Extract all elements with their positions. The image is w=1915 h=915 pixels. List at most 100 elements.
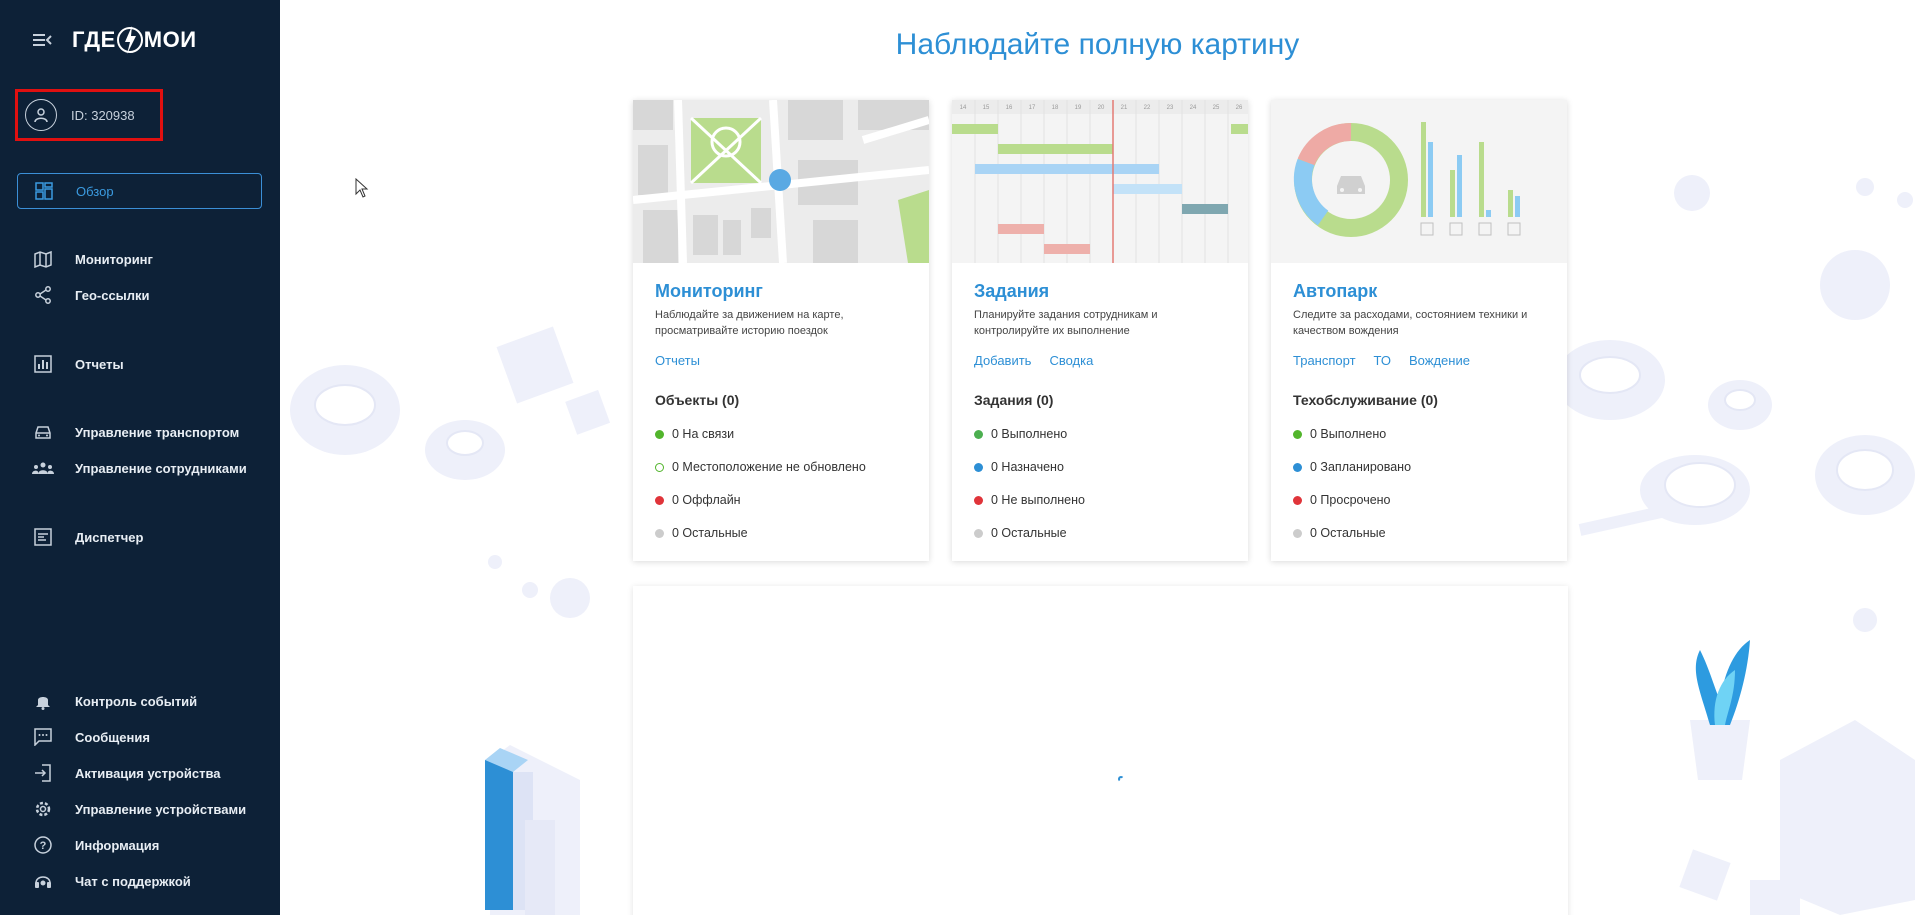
maintenance-link[interactable]: ТО xyxy=(1374,353,1391,368)
dispatcher-icon xyxy=(32,526,54,548)
message-icon xyxy=(32,726,54,748)
sidebar-item-overview[interactable]: Обзор xyxy=(17,173,262,209)
sidebar-item-label: Информация xyxy=(75,837,160,853)
sidebar-item-label: Диспетчер xyxy=(75,529,144,545)
tasks-card: 14 15 16 17 18 19 20 21 22 23 24 25 26 З… xyxy=(952,100,1248,561)
stat-assigned[interactable]: 0 Назначено xyxy=(974,460,1064,474)
gantt-day-label: 21 xyxy=(1121,105,1128,111)
status-dot-icon xyxy=(974,429,983,439)
bell-icon xyxy=(32,690,54,712)
menu-collapse-icon[interactable] xyxy=(32,30,52,50)
gantt-day-label: 18 xyxy=(1052,105,1059,111)
card-title[interactable]: Задания xyxy=(974,281,1049,302)
add-link[interactable]: Добавить xyxy=(974,353,1031,368)
stat-overdue[interactable]: 0 Просрочено xyxy=(1293,493,1391,507)
map-illustration xyxy=(632,99,931,264)
sidebar: ГДЕ МОИ ID: 320938 Обзор Мониторинг Гео-… xyxy=(0,0,280,915)
status-dot-icon xyxy=(655,429,664,439)
loading-spinner-icon xyxy=(1118,776,1124,782)
stat-offline[interactable]: 0 Оффлайн xyxy=(655,493,741,507)
login-icon xyxy=(32,762,54,784)
stat-label: 0 Выполнено xyxy=(991,427,1068,441)
stat-label: 0 На связи xyxy=(672,427,735,441)
svg-text:?: ? xyxy=(40,840,47,852)
stat-location-not-updated[interactable]: 0 Местоположение не обновлено xyxy=(655,460,866,474)
card-description: Наблюдайте за движением на карте, просма… xyxy=(655,309,844,337)
app-logo[interactable]: ГДЕ МОИ xyxy=(72,22,197,58)
stat-other[interactable]: 0 Остальные xyxy=(974,526,1067,540)
card-title[interactable]: Мониторинг xyxy=(655,281,763,302)
sidebar-item-label: Контроль событий xyxy=(75,693,198,709)
stat-planned[interactable]: 0 Запланировано xyxy=(1293,460,1411,474)
card-title[interactable]: Автопарк xyxy=(1293,281,1377,302)
driving-link[interactable]: Вождение xyxy=(1409,353,1470,368)
stat-label: 0 Оффлайн xyxy=(672,493,741,507)
status-dot-icon xyxy=(1293,462,1302,472)
gantt-day-label: 19 xyxy=(1075,105,1082,111)
stat-label: 0 Остальные xyxy=(1310,526,1386,540)
sidebar-item-messages[interactable]: Сообщения xyxy=(17,719,262,755)
stat-label: 0 Запланировано xyxy=(1310,460,1412,474)
card-links: Транспорт ТО Вождение xyxy=(1293,353,1470,368)
main-content: Наблюдайте полную картину Мониторинг Наб… xyxy=(280,0,1915,915)
sidebar-item-monitoring[interactable]: Мониторинг xyxy=(17,241,262,277)
stat-other[interactable]: 0 Остальные xyxy=(655,526,748,540)
stat-done[interactable]: 0 Выполнено xyxy=(974,427,1067,441)
summary-link[interactable]: Сводка xyxy=(1049,353,1093,368)
sidebar-item-label: Мониторинг xyxy=(75,251,153,267)
stat-label: 0 Назначено xyxy=(991,460,1064,474)
status-dot-icon xyxy=(1293,528,1302,538)
gantt-day-label: 24 xyxy=(1190,105,1197,111)
user-avatar-icon xyxy=(25,99,57,131)
map-icon xyxy=(32,248,54,270)
card-section-title: Техобслуживание (0) xyxy=(1293,392,1438,408)
card-section-title: Объекты (0) xyxy=(655,392,740,408)
card-description: Планируйте задания сотрудникам и контрол… xyxy=(974,309,1158,337)
page-headline: Наблюдайте полную картину xyxy=(895,28,1300,61)
status-dot-icon xyxy=(974,462,983,472)
gantt-day-label: 15 xyxy=(983,105,990,111)
stat-online[interactable]: 0 На связи xyxy=(655,427,734,441)
sidebar-item-transport[interactable]: Управление транспортом xyxy=(17,414,262,450)
status-dot-icon xyxy=(974,528,983,538)
gear-icon xyxy=(32,798,54,820)
reports-link[interactable]: Отчеты xyxy=(655,353,700,368)
sidebar-item-label: Управление сотрудниками xyxy=(75,460,247,476)
sidebar-item-event-control[interactable]: Контроль событий xyxy=(17,683,262,719)
status-dot-icon xyxy=(655,528,664,538)
fleet-card: Автопарк Следите за расходами, состояние… xyxy=(1271,100,1567,561)
sidebar-item-label: Гео-ссылки xyxy=(75,287,150,303)
sidebar-header: ГДЕ МОИ xyxy=(0,0,280,80)
card-links: Добавить Сводка xyxy=(974,353,1093,368)
stat-done[interactable]: 0 Выполнено xyxy=(1293,427,1386,441)
fleet-illustration xyxy=(1271,100,1567,263)
sidebar-item-geo-links[interactable]: Гео-ссылки xyxy=(17,277,262,313)
sidebar-item-dispatcher[interactable]: Диспетчер xyxy=(17,519,262,555)
transport-link[interactable]: Транспорт xyxy=(1293,353,1356,368)
card-description: Следите за расходами, состоянием техники… xyxy=(1293,309,1528,337)
sidebar-item-information[interactable]: ? Информация xyxy=(17,827,262,863)
card-links: Отчеты xyxy=(655,353,700,368)
sidebar-item-label: Отчеты xyxy=(75,356,124,372)
status-dot-icon xyxy=(655,462,664,472)
sidebar-item-label: Управление устройствами xyxy=(75,801,247,817)
gantt-day-label: 23 xyxy=(1167,105,1174,111)
gantt-day-label: 20 xyxy=(1098,105,1105,111)
sidebar-item-device-management[interactable]: Управление устройствами xyxy=(17,791,262,827)
dashboard-icon xyxy=(33,180,55,202)
gantt-illustration: 14 15 16 17 18 19 20 21 22 23 24 25 26 xyxy=(952,100,1248,263)
stat-other[interactable]: 0 Остальные xyxy=(1293,526,1386,540)
sidebar-item-support-chat[interactable]: Чат с поддержкой xyxy=(17,863,262,899)
car-icon xyxy=(32,421,54,443)
chart-icon xyxy=(32,353,54,375)
stat-not-done[interactable]: 0 Не выполнено xyxy=(974,493,1085,507)
people-icon xyxy=(32,457,54,479)
sidebar-item-reports[interactable]: Отчеты xyxy=(17,346,262,382)
stat-label: 0 Выполнено xyxy=(1310,427,1387,441)
stat-label: 0 Остальные xyxy=(991,526,1067,540)
profile-card[interactable]: ID: 320938 xyxy=(15,89,163,141)
loading-panel xyxy=(633,586,1568,915)
sidebar-item-device-activation[interactable]: Активация устройства xyxy=(17,755,262,791)
sidebar-item-employees[interactable]: Управление сотрудниками xyxy=(17,450,262,486)
stat-label: 0 Просрочено xyxy=(1310,493,1391,507)
